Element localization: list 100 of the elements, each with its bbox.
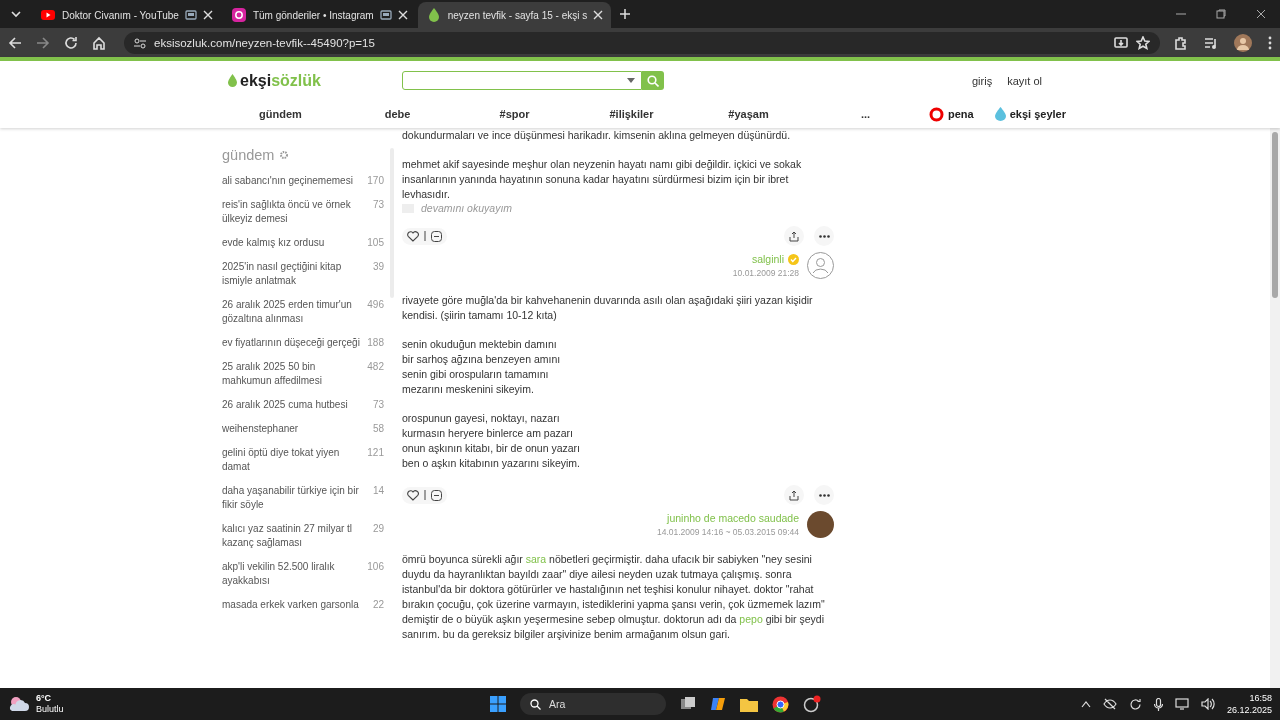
- heart-icon[interactable]: [407, 489, 419, 501]
- topic-count: 39: [372, 260, 384, 274]
- partner-link[interactable]: pena: [929, 106, 974, 122]
- share-button[interactable]: [784, 226, 804, 246]
- topic-count: 482: [367, 360, 384, 374]
- scrollbar[interactable]: [1270, 128, 1280, 688]
- nav-link[interactable]: ...: [807, 108, 924, 120]
- sync-icon[interactable]: [1128, 697, 1142, 711]
- auth-link[interactable]: giriş: [971, 74, 993, 87]
- copilot-icon[interactable]: [710, 696, 726, 712]
- topic-count: 14: [372, 484, 384, 498]
- close-icon[interactable]: [1256, 9, 1266, 19]
- minus-icon[interactable]: [431, 489, 442, 501]
- topic-count: 106: [367, 560, 384, 574]
- topic-link[interactable]: 26 aralık 2025 cuma hutbesi: [222, 398, 348, 412]
- more-button[interactable]: [814, 485, 834, 505]
- task-view-icon[interactable]: [680, 696, 696, 712]
- partner-link[interactable]: ekşi şeyler: [994, 107, 1066, 121]
- start-icon[interactable]: [490, 696, 506, 712]
- ring-icon: [929, 106, 944, 122]
- search-field[interactable]: Ara: [520, 693, 666, 715]
- entry-text: rivayete göre muğla'da bir kahvehanenin duvarında asılı olan aşağıdaki şiiri yazan kişidir kendisi. (şiirin tamamı 10-12 kıta): [402, 293, 814, 323]
- weather-condition: Bulutlu: [36, 704, 64, 715]
- topic-link[interactable]: kalıcı yaz saatinin 27 milyar tl kazanç sağlaması: [222, 522, 367, 550]
- caret-icon: [627, 78, 635, 83]
- entry-text: senin okuduğun mektebin damını bir sarhoş ağzına benzeyen amını senin gibi orospuların tamamını mezarını meskenini sikeyim.: [402, 337, 562, 397]
- bookmark-star-icon[interactable]: [1136, 35, 1150, 50]
- media-icon: [379, 9, 392, 21]
- nav-link[interactable]: #ilişkiler: [573, 108, 690, 120]
- chevron-up-icon[interactable]: [1080, 700, 1091, 708]
- media-icon: [184, 9, 197, 21]
- avatar[interactable]: [807, 511, 834, 538]
- back-icon[interactable]: [8, 35, 22, 50]
- topic-link[interactable]: reis'in sağlıkta öncü ve örnek ülkeyiz demesi: [222, 198, 367, 226]
- topic-link[interactable]: weihenstephaner: [222, 422, 299, 436]
- topic-link[interactable]: masada erkek varken garsonla: [222, 598, 359, 612]
- media-control-icon[interactable]: [1204, 35, 1218, 50]
- topic-link[interactable]: 26 aralık 2025 erden timur'un gözaltına alınması: [222, 298, 362, 326]
- topic-link[interactable]: akp'li vekilin 52.500 liralık ayakkabısı: [222, 560, 362, 588]
- address-bar[interactable]: eksisozluk.com/neyzen-tevfik--45490?p=15: [124, 31, 1160, 54]
- topic-count: 73: [372, 398, 384, 412]
- topic-count: 73: [372, 198, 384, 212]
- heart-icon[interactable]: [407, 230, 419, 242]
- forward-icon[interactable]: [36, 35, 50, 50]
- site-settings-icon[interactable]: [134, 36, 146, 49]
- site-logo[interactable]: ekşisözlük: [222, 71, 402, 90]
- nav-link[interactable]: gündem: [222, 108, 339, 120]
- topic-link[interactable]: ali sabancı'nın geçinememesi: [222, 174, 353, 188]
- display-icon[interactable]: [1174, 698, 1189, 710]
- restore-icon[interactable]: [1216, 9, 1226, 19]
- topic-count: 22: [372, 598, 384, 612]
- topic-count: 121: [367, 446, 384, 460]
- topic-link[interactable]: 25 aralık 2025 50 bin mahkumun affedilmesi: [222, 360, 362, 388]
- divider-icon: [424, 490, 426, 500]
- browser-tab[interactable]: Doktor Civanım - YouTube: [32, 2, 221, 28]
- share-icon: [789, 489, 799, 501]
- profile-avatar[interactable]: [1234, 33, 1252, 52]
- cloud-icon[interactable]: [8, 695, 30, 713]
- home-icon[interactable]: [92, 35, 106, 50]
- topic-link[interactable]: ev fiyatlarının düşeceği gerçeği: [222, 336, 360, 350]
- drop-icon: [994, 107, 1006, 121]
- topic-link[interactable]: 2025'in nasıl geçtiğini kitap ismiyle anlatmak: [222, 260, 367, 288]
- nav-link[interactable]: debe: [339, 108, 456, 120]
- topic-count: 105: [367, 236, 384, 250]
- chevron-down-icon[interactable]: [10, 8, 22, 20]
- camera-icon: [230, 7, 247, 23]
- clock[interactable]: 16:58 26.12.2025: [1226, 692, 1272, 716]
- search-icon: [530, 698, 541, 710]
- topic-link[interactable]: gelini öptü diye tokat yiyen damat: [222, 446, 362, 474]
- topic-link[interactable]: evde kalmış kız ordusu: [222, 236, 325, 250]
- play-icon: [40, 7, 56, 23]
- eye-off-icon[interactable]: [1102, 698, 1117, 710]
- entry-text: orospunun gayesi, noktayı, nazarı kurmasın heryere binlerce am pazarı onun aşkının kitabı, bir de onun yazarı ben o aşkın kitabının yazarını sikeyim.: [402, 411, 582, 471]
- volume-icon[interactable]: [1200, 698, 1215, 710]
- microphone-icon[interactable]: [1153, 697, 1163, 711]
- auth-link[interactable]: kayıt ol: [1007, 74, 1042, 87]
- chrome-icon[interactable]: [772, 695, 789, 713]
- app-icon[interactable]: [803, 695, 821, 713]
- nav-link[interactable]: #yaşam: [690, 108, 807, 120]
- install-icon[interactable]: [1114, 35, 1128, 50]
- topic-count: 496: [367, 298, 384, 312]
- nav-link[interactable]: #spor: [456, 108, 573, 120]
- browser-tab[interactable]: neyzen tevfik - sayfa 15 - ekşi s: [417, 2, 612, 28]
- more-button[interactable]: [814, 226, 834, 246]
- reload-icon[interactable]: [64, 35, 78, 50]
- search-field[interactable]: [402, 71, 642, 90]
- entry-text: dokundurmaları ve ince düşünmesi harikadır. kimsenin aklına gelmeyen düşünürdü.: [402, 128, 792, 143]
- new-tab-icon[interactable]: [619, 8, 632, 20]
- entry-text: mehmet akif sayesinde meşhur olan neyzenin hayatı namı gibi değildir. içkici ve sokak insanlarının yanında hayatının sonuna kadar hayatını sürdürmesi bizim için bir ibret levhasıdır.: [402, 157, 803, 202]
- extensions-icon[interactable]: [1174, 35, 1188, 50]
- share-button[interactable]: [784, 485, 804, 505]
- share-icon: [789, 230, 799, 242]
- folder-icon[interactable]: [740, 696, 758, 712]
- drop-icon: [228, 74, 237, 87]
- menu-icon[interactable]: [1268, 35, 1272, 50]
- minus-icon[interactable]: [431, 230, 442, 242]
- browser-tab[interactable]: Tüm gönderiler • Instagram: [222, 2, 416, 28]
- divider-icon: [424, 231, 426, 241]
- topic-link[interactable]: daha yaşanabilir türkiye için bir fikir söyle: [222, 484, 367, 512]
- topic-count: 58: [372, 422, 384, 436]
